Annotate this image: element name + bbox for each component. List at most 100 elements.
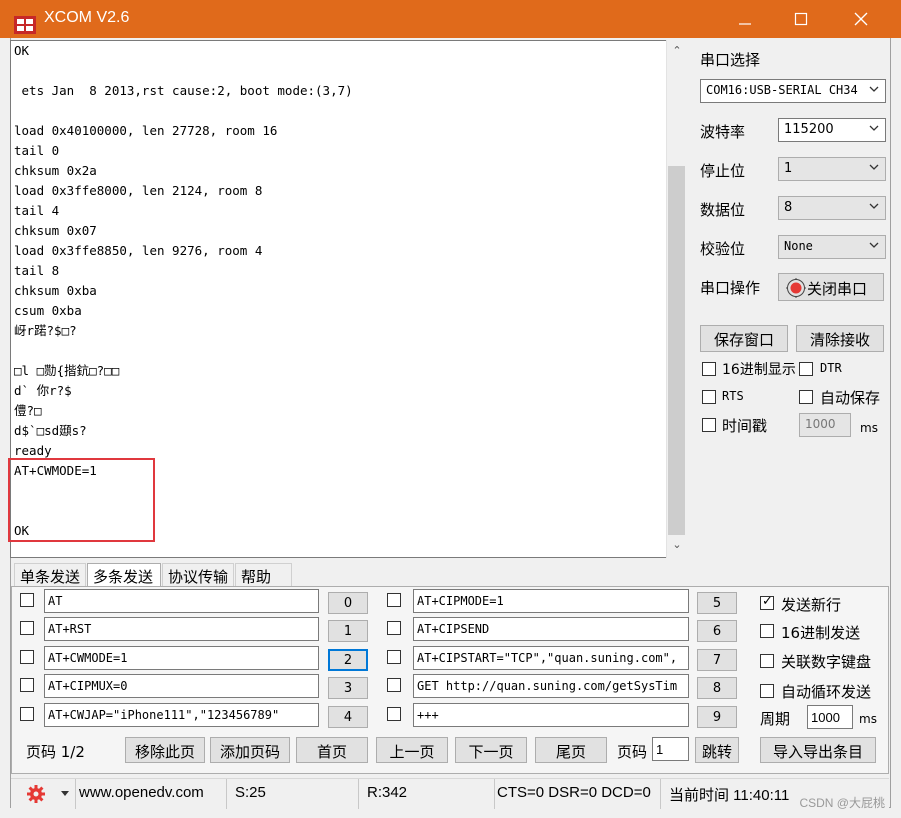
remove-page-button[interactable]: 移除此页 (125, 737, 205, 763)
parity-select[interactable]: None (778, 235, 886, 259)
baud-label: 波特率 (700, 123, 746, 141)
tab-single-send[interactable]: 单条发送 (14, 563, 86, 587)
multi-send-button[interactable]: 7 (697, 649, 737, 671)
multi-send-button[interactable]: 8 (697, 677, 737, 699)
hex-send-checkbox[interactable] (760, 624, 774, 638)
receive-line: chksum 0xba (14, 283, 97, 298)
hex-display-checkbox[interactable] (702, 362, 716, 376)
hex-display-label: 16进制显示 (722, 362, 796, 378)
parity-value: None (784, 239, 813, 253)
clear-receive-button[interactable]: 清除接收 (796, 325, 884, 352)
multi-send-input[interactable]: AT+CIPSEND (413, 617, 689, 641)
receive-scrollbar[interactable]: ⌃ ⌄ (666, 40, 686, 558)
multi-send-checkbox[interactable] (20, 650, 34, 664)
annotation-highlight-box (8, 458, 155, 542)
multi-send-button[interactable]: 5 (697, 592, 737, 614)
timestamp-label: 时间戳 (722, 417, 768, 435)
port-label: 串口选择 (700, 51, 761, 69)
stop-bits-select[interactable]: 1 (778, 157, 886, 181)
save-window-button[interactable]: 保存窗口 (700, 325, 788, 352)
data-bits-select[interactable]: 8 (778, 196, 886, 220)
multi-send-button[interactable]: 2 (328, 649, 368, 671)
period-label: 周期 (760, 710, 791, 728)
title-bar: XCOM V2.6 (0, 0, 901, 38)
multi-send-button[interactable]: 0 (328, 592, 368, 614)
rts-checkbox[interactable] (702, 390, 716, 404)
app-logo-icon (14, 16, 36, 34)
multi-send-checkbox[interactable] (387, 678, 401, 692)
tab-protocol[interactable]: 协议传输 (162, 563, 234, 587)
receive-line: 岈r蹃?$□? (14, 323, 77, 338)
period-input[interactable]: 1000 (807, 705, 853, 729)
jump-button[interactable]: 跳转 (695, 737, 739, 763)
port-status-led-icon (786, 278, 806, 298)
receive-line (14, 101, 664, 121)
status-modem-lines: CTS=0 DSR=0 DCD=0 (495, 779, 661, 809)
timestamp-checkbox[interactable] (702, 418, 716, 432)
multi-send-checkbox[interactable] (387, 707, 401, 721)
multi-send-checkbox[interactable] (20, 593, 34, 607)
receive-line: load 0x40100000, len 27728, room 16 (14, 123, 278, 138)
multi-send-button[interactable]: 1 (328, 620, 368, 642)
chevron-down-icon (869, 164, 879, 170)
multi-send-checkbox[interactable] (387, 650, 401, 664)
first-page-button[interactable]: 首页 (296, 737, 368, 763)
goto-page-input[interactable]: 1 (652, 737, 689, 761)
multi-send-checkbox[interactable] (20, 707, 34, 721)
multi-send-checkbox[interactable] (20, 678, 34, 692)
next-page-button[interactable]: 下一页 (455, 737, 527, 763)
receive-line: chksum 0x07 (14, 223, 97, 238)
chevron-down-icon (869, 242, 879, 248)
multi-send-button[interactable]: 9 (697, 706, 737, 728)
minimize-icon (739, 23, 751, 25)
multi-send-input[interactable]: AT+RST (44, 617, 319, 641)
multi-send-button[interactable]: 4 (328, 706, 368, 728)
multi-send-button[interactable]: 3 (328, 677, 368, 699)
maximize-button[interactable] (776, 6, 826, 34)
tab-multi-send[interactable]: 多条发送 (87, 563, 161, 587)
multi-send-checkbox[interactable] (387, 621, 401, 635)
receive-line: 僼?□ (14, 403, 42, 418)
last-page-button[interactable]: 尾页 (535, 737, 607, 763)
stop-bits-value: 1 (784, 161, 793, 176)
add-page-button[interactable]: 添加页码 (210, 737, 290, 763)
status-url[interactable]: www.openedv.com (75, 779, 227, 809)
gear-icon (27, 785, 45, 803)
multi-send-input[interactable]: AT (44, 589, 319, 613)
port-select[interactable]: COM16:USB-SERIAL CH34 (700, 79, 886, 103)
page-indicator: 页码 1/2 (26, 743, 85, 761)
close-button[interactable] (836, 6, 886, 34)
multi-send-input[interactable]: +++ (413, 703, 689, 727)
dtr-checkbox[interactable] (799, 362, 813, 376)
multi-send-input[interactable]: AT+CWMODE=1 (44, 646, 319, 670)
send-newline-checkbox[interactable] (760, 594, 774, 610)
link-keyboard-label: 关联数字键盘 (781, 653, 872, 671)
goto-page-label: 页码 (617, 743, 648, 761)
scroll-thumb[interactable] (668, 166, 685, 535)
scroll-down-icon[interactable]: ⌄ (670, 538, 684, 552)
minimize-button[interactable] (720, 6, 770, 34)
tab-help[interactable]: 帮助 (235, 563, 292, 587)
multi-send-input[interactable]: AT+CIPMODE=1 (413, 589, 689, 613)
link-keyboard-checkbox[interactable] (760, 654, 774, 668)
auto-loop-checkbox[interactable] (760, 684, 774, 698)
settings-menu-button[interactable] (11, 779, 73, 809)
scroll-up-icon[interactable]: ⌃ (670, 44, 684, 58)
receive-line: tail 8 (14, 263, 60, 278)
multi-send-checkbox[interactable] (20, 621, 34, 635)
multi-send-input[interactable]: AT+CIPSTART="TCP","quan.suning.com", (413, 646, 689, 670)
import-export-button[interactable]: 导入导出条目 (760, 737, 876, 763)
baud-select[interactable]: 115200 (778, 118, 886, 142)
multi-send-button[interactable]: 6 (697, 620, 737, 642)
port-value: COM16:USB-SERIAL CH34 (706, 83, 858, 97)
multi-send-input[interactable]: AT+CIPMUX=0 (44, 674, 319, 698)
auto-save-checkbox[interactable] (799, 390, 813, 404)
stop-bits-label: 停止位 (700, 162, 746, 180)
multi-send-input[interactable]: GET http://quan.suning.com/getSysTim (413, 674, 689, 698)
multi-send-input[interactable]: AT+CWJAP="iPhone111","123456789" (44, 703, 319, 727)
prev-page-button[interactable]: 上一页 (376, 737, 448, 763)
multi-send-checkbox[interactable] (387, 593, 401, 607)
data-bits-label: 数据位 (700, 201, 746, 219)
close-port-button[interactable]: 关闭串口 (778, 273, 884, 301)
timestamp-interval-input[interactable]: 1000 (799, 413, 851, 437)
